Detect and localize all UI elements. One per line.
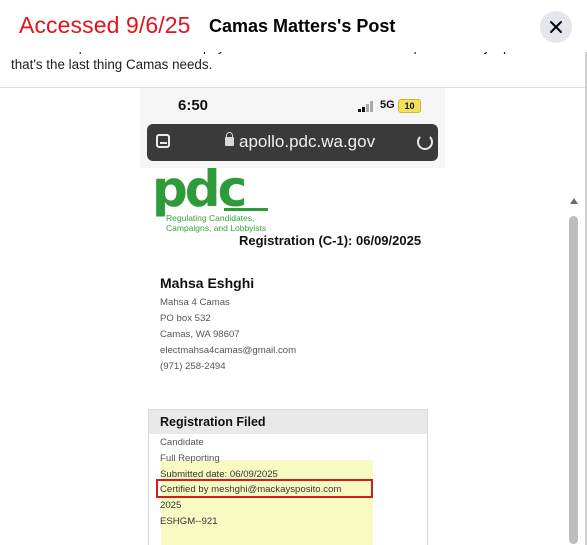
filer-type: Candidate: [160, 437, 204, 448]
lock-icon: [225, 132, 234, 146]
signal-icon: [358, 101, 376, 112]
address-bar: apollo.pdc.wa.gov: [147, 124, 438, 161]
committee-name: Mahsa 4 Camas: [160, 297, 230, 308]
reporting-type: Full Reporting: [160, 453, 220, 464]
address-line-1: PO box 532: [160, 313, 211, 324]
registration-box-title: Registration Filed: [160, 415, 266, 429]
dialog-title: Camas Matters's Post: [209, 16, 396, 36]
registration-filed-box: Registration Filed Candidate Full Report…: [148, 409, 428, 545]
filer-id: ESHGM--921: [160, 516, 218, 527]
pdc-tagline: Regulating Candidates, Campaigns, and Lo…: [166, 213, 267, 233]
reload-icon: [417, 134, 433, 150]
battery-icon: 10: [398, 99, 421, 113]
close-button[interactable]: [540, 11, 572, 43]
registration-heading: Registration (C-1): 06/09/2025: [239, 233, 422, 248]
browser-bar: apollo.pdc.wa.gov: [140, 122, 445, 168]
scroll-up-arrow-icon[interactable]: [570, 198, 578, 204]
status-time: 6:50: [178, 97, 209, 114]
red-annotation-box: [156, 479, 373, 498]
address-line-2: Camas, WA 98607: [160, 329, 240, 340]
candidate-phone: (971) 258-2494: [160, 361, 226, 372]
close-icon: [550, 21, 562, 33]
candidate-name: Mahsa Eshghi: [160, 275, 255, 291]
accessed-date-stamp: Accessed 9/6/25: [19, 12, 191, 38]
candidate-email: electmahsa4camas@gmail.com: [160, 345, 297, 356]
network-label: 5G: [380, 99, 395, 111]
post-dialog-header: Accessed 9/6/25 Camas Matters's Post: [0, 0, 587, 52]
registration-box-header: Registration Filed: [149, 410, 427, 434]
url-text: apollo.pdc.wa.gov: [239, 132, 376, 151]
election-year: 2025: [160, 500, 182, 511]
scrollbar-thumb[interactable]: [569, 216, 578, 544]
tabs-icon: [156, 134, 170, 148]
phone-status-bar: 6:50 5G 10: [140, 88, 445, 122]
embedded-screenshot: 6:50 5G 10 apollo.pdc.wa.gov pdc Regulat…: [140, 88, 445, 545]
